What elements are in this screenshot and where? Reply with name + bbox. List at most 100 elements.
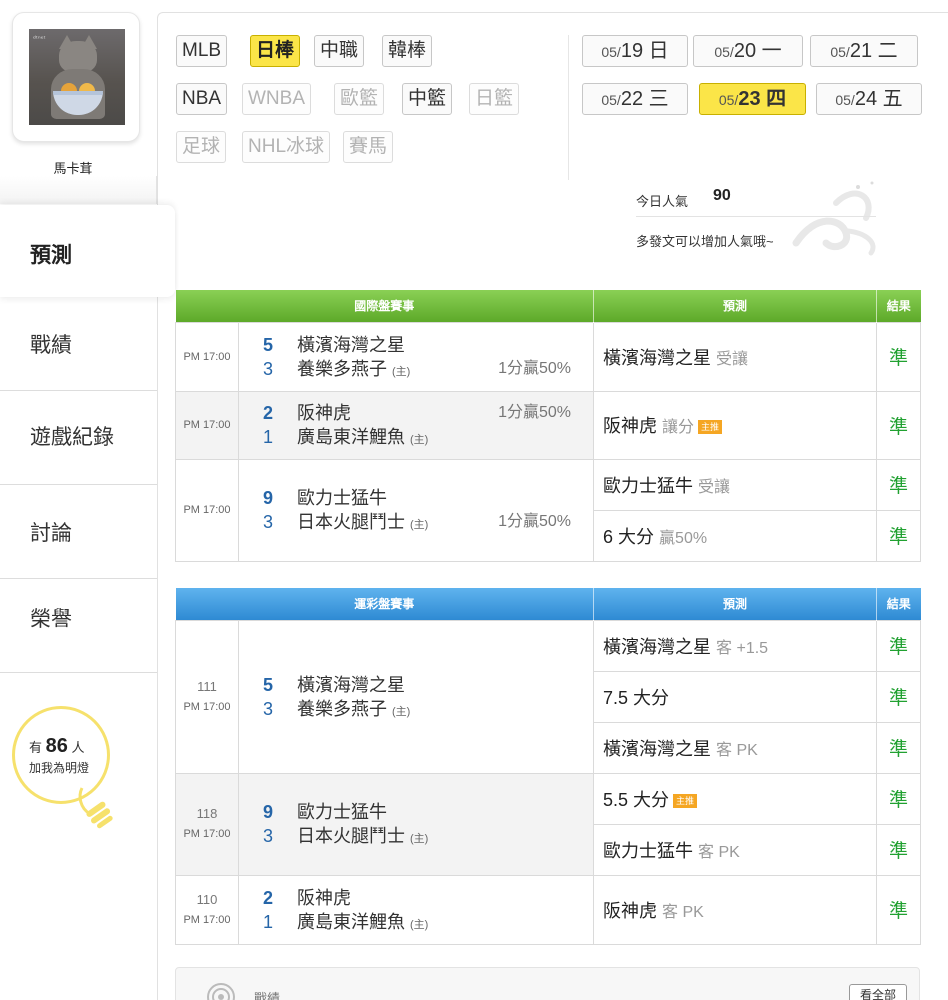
prediction-main: 6 大分 [603,526,655,547]
matchup-cell[interactable]: 2 阪神虎 1 廣島東洋鯉魚 (主) [237,874,595,945]
date-0522[interactable]: 05/22 三 [582,83,688,115]
league-tag-mlb[interactable]: MLB [176,35,228,67]
date-0523[interactable]: 05/23 四 [699,83,806,115]
matchup-cell[interactable]: 5 橫濱海灣之星 3 養樂多燕子 (主) [237,619,595,774]
nav-item-label: 預測 [30,244,72,267]
league-tag-soccer[interactable]: 足球 [176,131,227,163]
avatar-card[interactable]: ᵈᵗⁿᵉᵗ [12,12,140,142]
away-score: 2 [263,403,274,423]
divider [568,35,569,180]
nav-item-label: 戰績 [30,334,72,357]
main-panel: MLB 日棒 中職 韓棒 NBA WNBA 歐籃 中籃 日籃 足球 NHL冰球 … [157,12,948,1000]
home-team-name: 日本火腿鬥士 [297,512,405,532]
league-tag-bleague[interactable]: 日籃 [469,83,520,115]
matchup-cell[interactable]: 9 歐力士猛牛 3 日本火腿鬥士 (主) 1分贏50% [237,458,595,562]
nav-item-honor[interactable]: 榮譽 [0,579,157,673]
user-name[interactable]: 馬卡茸 [0,158,146,177]
result-cell: 準 [876,721,922,774]
table-row[interactable]: PM 17:00 9 歐力士猛牛 3 日本火腿鬥士 (主) 1分贏50% 歐力士猛牛 受讓準 [175,458,922,562]
home-marker: (主) [392,705,411,718]
table-row[interactable]: PM 17:00 2 阪神虎 1分贏50% 1 廣島東洋鯉魚 (主) 阪神虎 讓分 主推準 [175,390,922,460]
game-time-cell: 118 PM 17:00 [175,772,239,876]
away-team-name: 阪神虎 [297,887,351,908]
nav-item-record[interactable]: 戰績 [0,297,157,391]
game-time-cell: PM 17:00 [175,390,239,460]
table-row[interactable]: 111 PM 17:00 5 橫濱海灣之星 3 養樂多燕子 (主) 橫濱海灣之星 客 +1.… [175,619,922,774]
home-team-name: 廣島東洋鯉魚 [297,427,405,447]
prediction-detail: 受讓 [716,350,749,368]
prediction-cell: 阪神虎 客 PK [593,874,878,945]
column-header: 預測 [593,588,878,620]
league-tag-nba[interactable]: NBA [176,83,228,115]
game-number: 111 [197,678,217,694]
table-row[interactable]: 110 PM 17:00 2 阪神虎 1 廣島東洋鯉魚 (主) 阪神虎 客 PK 準 [175,874,922,945]
prediction-cell: 橫濱海灣之星 客 PK [593,721,878,774]
away-team-row: 2 阪神虎 [263,886,593,910]
league-tag-sbl[interactable]: 中籃 [402,83,453,115]
league-tag-kbo[interactable]: 韓棒 [382,35,433,67]
nav-item-label: 遊戲紀錄 [30,426,114,449]
date-0524[interactable]: 05/24 五 [816,83,922,115]
home-team-row: 1 廣島東洋鯉魚 (主) [263,910,593,934]
prediction-main: 阪神虎 [603,416,658,436]
home-team-row: 3 養樂多燕子 (主) [263,697,593,721]
nav-item-game-log[interactable]: 遊戲紀錄 [0,391,157,485]
date-0519[interactable]: 05/19 日 [582,35,688,67]
home-score: 1 [263,911,274,932]
home-team-name: 養樂多燕子 [297,358,387,379]
table-row[interactable]: 118 PM 17:00 9 歐力士猛牛 3 日本火腿鬥士 (主) 5.5 大分 主推準 [175,772,922,876]
avatar[interactable]: ᵈᵗⁿᵉᵗ [29,29,125,125]
league-tag-horse-racing[interactable]: 賽馬 [343,131,394,163]
nav-item-label: 榮譽 [30,608,72,631]
prediction-main: 5.5 大分 [603,789,670,810]
intl-predictions-table: 國際盤賽事 預測 結果 PM 17:00 5 橫濱海灣之星 3 養樂多燕子 (主) 1分贏… [175,290,922,562]
home-marker: (主) [410,918,429,931]
prediction-detail: 受讓 [698,478,731,496]
prediction-cell: 橫濱海灣之星 客 +1.5 [593,619,878,672]
away-team-row: 2 阪神虎 1分贏50% [263,401,593,425]
away-score: 9 [263,488,274,508]
league-tag-euroleague[interactable]: 歐籃 [334,83,385,115]
sidebar: ᵈᵗⁿᵉᵗ 馬卡茸 預測 戰績 遊戲紀錄 討論 榮譽 有 86 人 加我為明燈 [0,0,175,1000]
home-marker: (主) [410,434,429,446]
record-section-title: 戰績 [254,991,281,1000]
table-row[interactable]: PM 17:00 5 橫濱海灣之星 3 養樂多燕子 (主) 1分贏50% 橫濱海灣之星 受讓… [175,321,922,392]
away-team-row: 9 歐力士猛牛 [263,486,593,510]
away-team-name: 橫濱海灣之星 [297,674,405,695]
matchup-cell[interactable]: 5 橫濱海灣之星 3 養樂多燕子 (主) 1分贏50% [237,321,595,392]
game-time: PM 17:00 [183,350,231,363]
home-marker: (主) [392,365,411,378]
game-time: PM 17:00 [183,913,231,926]
fan-count-line: 有 86 人 [29,735,85,757]
result-cell: 準 [876,458,922,511]
result-cell: 準 [876,390,922,460]
handicap-odds: 1分贏50% [498,359,572,377]
date-0521[interactable]: 05/21 二 [810,35,918,67]
prediction-main: 歐力士猛牛 [603,475,694,496]
game-time: PM 17:00 [183,700,231,713]
nav-item-discussion[interactable]: 討論 [0,485,157,579]
home-score: 1 [263,427,274,447]
prediction-main: 阪神虎 [603,900,658,921]
away-team-name: 橫濱海灣之星 [297,334,405,355]
matchup-cell[interactable]: 9 歐力士猛牛 3 日本火腿鬥士 (主) [237,772,595,876]
league-tag-wnba[interactable]: WNBA [242,83,311,115]
prediction-cell: 橫濱海灣之星 受讓 [593,321,878,392]
see-all-button[interactable]: 看全部 [848,984,907,1000]
home-team-name: 養樂多燕子 [297,698,387,719]
away-team-row: 5 橫濱海灣之星 [263,333,593,357]
prediction-detail: 贏50% [659,529,708,547]
league-tag-npb[interactable]: 日棒 [250,35,301,67]
prediction-detail: 讓分 [662,419,695,436]
prediction-cell: 歐力士猛牛 客 PK [593,823,878,876]
away-team-name: 歐力士猛牛 [297,488,387,508]
date-0520[interactable]: 05/20 一 [693,35,803,67]
result-cell: 準 [876,509,922,562]
league-tag-nhl[interactable]: NHL冰球 [242,131,331,163]
column-header: 預測 [593,290,878,322]
league-tag-cpbl[interactable]: 中職 [314,35,365,67]
nav-item-predict[interactable]: 預測 [0,205,175,297]
home-team-name: 日本火腿鬥士 [297,826,405,846]
column-header: 國際盤賽事 [175,290,595,322]
matchup-cell[interactable]: 2 阪神虎 1分贏50% 1 廣島東洋鯉魚 (主) [237,390,595,460]
